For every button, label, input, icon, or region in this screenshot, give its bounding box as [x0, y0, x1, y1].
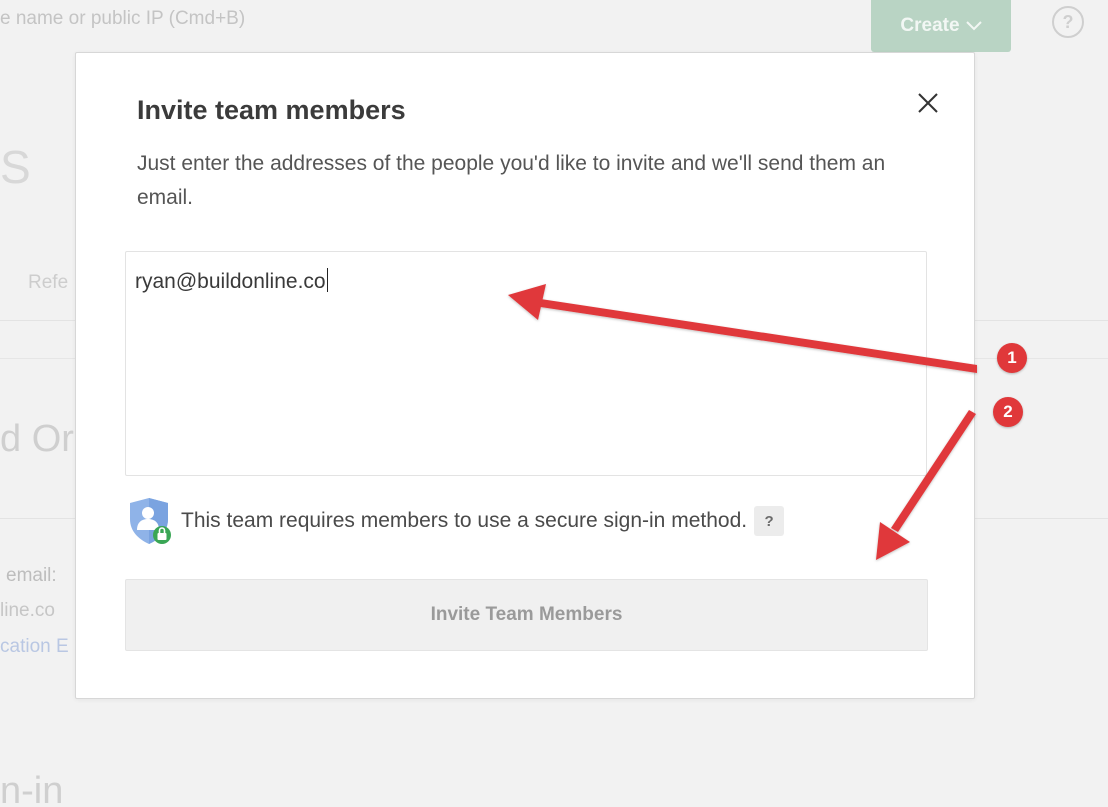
background-email-value: line.co	[0, 600, 55, 621]
invite-team-members-button[interactable]: Invite Team Members	[125, 579, 928, 651]
background-link[interactable]: cation E	[0, 636, 69, 658]
create-button[interactable]: Create	[871, 0, 1011, 52]
help-icon[interactable]: ?	[1052, 6, 1084, 38]
text-caret	[326, 268, 328, 292]
annotation-badge-1: 1	[997, 343, 1027, 373]
secure-signin-text: This team requires members to use a secu…	[181, 509, 748, 532]
secure-signin-notice: This team requires members to use a secu…	[128, 497, 785, 545]
background-search-input[interactable]: e name or public IP (Cmd+B)	[0, 8, 245, 30]
page: e name or public IP (Cmd+B) Create ? S R…	[0, 0, 1108, 807]
background-tab[interactable]: Refe	[28, 272, 68, 294]
background-section-title: S	[0, 141, 31, 193]
background-heading: d Or	[0, 418, 74, 460]
modal-description: Just enter the addresses of the people y…	[137, 152, 886, 209]
close-icon	[918, 93, 938, 113]
chevron-down-icon	[965, 21, 982, 31]
invite-modal: Invite team members Just enter the addre…	[75, 52, 975, 699]
email-input-value: ryan@buildonline.co	[135, 268, 328, 293]
modal-title: Invite team members	[137, 95, 406, 125]
annotation-badge-2: 2	[993, 397, 1023, 427]
background-email-label: email:	[6, 565, 57, 586]
secure-shield-icon	[130, 498, 171, 544]
help-badge-button[interactable]: ?	[754, 506, 785, 536]
background-signin-heading: n-in	[0, 770, 64, 807]
close-button[interactable]	[914, 89, 942, 117]
create-button-label: Create	[900, 15, 960, 36]
email-addresses-input[interactable]: ryan@buildonline.co	[125, 251, 927, 476]
